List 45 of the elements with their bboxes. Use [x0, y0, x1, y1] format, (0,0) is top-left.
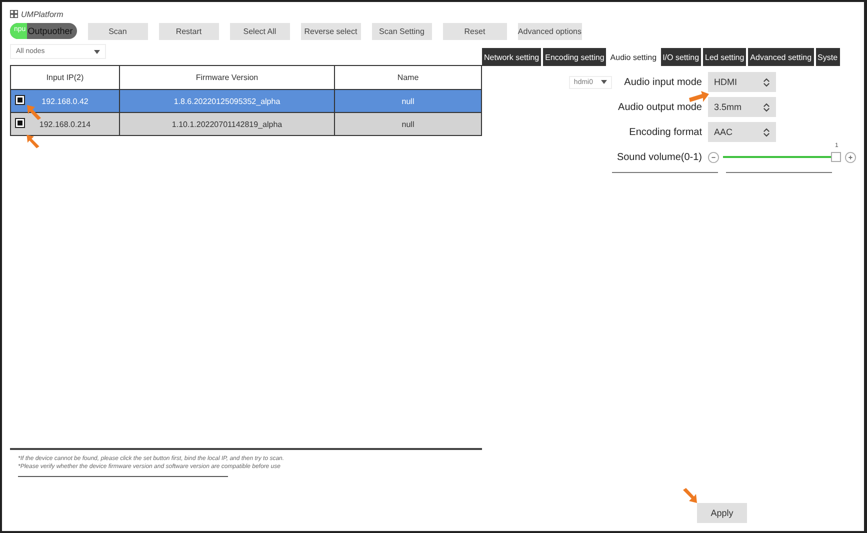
row-checkbox[interactable] — [15, 95, 25, 105]
settings-tab[interactable]: Encoding setting — [543, 48, 606, 66]
window-title: UMPlatform — [21, 10, 64, 18]
up-down-icon — [763, 128, 770, 136]
caret-icon — [601, 80, 607, 84]
toolbar-button[interactable]: Restart — [158, 22, 219, 40]
setting-label: Audio output mode — [617, 102, 702, 112]
up-down-icon — [763, 78, 770, 86]
setting-select[interactable]: AAC — [708, 122, 776, 142]
pointer-arrow-icon — [24, 102, 44, 122]
toolbar-button[interactable]: Advanced options — [518, 22, 582, 40]
toolbar-button[interactable]: Scan Setting — [372, 22, 432, 40]
column-header[interactable]: Input IP(2) — [10, 66, 120, 90]
toolbar-button[interactable]: Select All — [230, 22, 290, 40]
setting-label: Encoding format — [628, 126, 702, 138]
table-cell: null — [402, 96, 414, 106]
table-cell: 192.168.0.42 — [42, 96, 88, 106]
volume-slider[interactable] — [723, 152, 841, 162]
settings-tab[interactable]: Syste — [816, 48, 840, 66]
table-row[interactable]: 192.168.0.214 1.10.1.20220701142819_alpha null — [10, 112, 482, 136]
setting-select[interactable]: HDMI — [708, 72, 776, 92]
column-header[interactable]: Name — [334, 66, 482, 90]
settings-tab[interactable]: Network setting — [482, 48, 542, 66]
settings-tab[interactable]: I/O setting — [660, 48, 702, 66]
table-cell: 1.8.6.20220125095352_alpha — [174, 96, 280, 106]
setting-select[interactable]: 3.5mm — [708, 97, 776, 117]
setting-label: Audio input mode — [623, 76, 702, 88]
table-cell: 1.10.1.20220701142819_alpha — [172, 120, 282, 128]
plus-button[interactable] — [845, 152, 856, 162]
grid-icon — [10, 10, 18, 18]
column-header[interactable]: Firmware Version — [120, 66, 334, 90]
pointer-arrow-icon — [24, 132, 42, 150]
settings-tab[interactable]: Advanced setting — [748, 48, 814, 66]
setting-label: Sound volume(0-1) — [616, 152, 702, 162]
apply-button[interactable]: Apply — [697, 503, 747, 523]
table-cell: 192.168.0.214 — [39, 120, 91, 128]
minus-button[interactable] — [708, 152, 719, 162]
caret-icon — [94, 50, 100, 54]
toolbar-button[interactable]: Reverse select — [300, 22, 361, 40]
table-cell: null — [402, 120, 414, 128]
toolbar-button[interactable]: Scan — [88, 22, 148, 40]
settings-tab[interactable]: Led setting — [703, 48, 746, 66]
row-checkbox[interactable] — [15, 118, 25, 128]
up-down-icon — [763, 102, 770, 112]
toolbar-button[interactable]: Reset — [442, 22, 507, 40]
